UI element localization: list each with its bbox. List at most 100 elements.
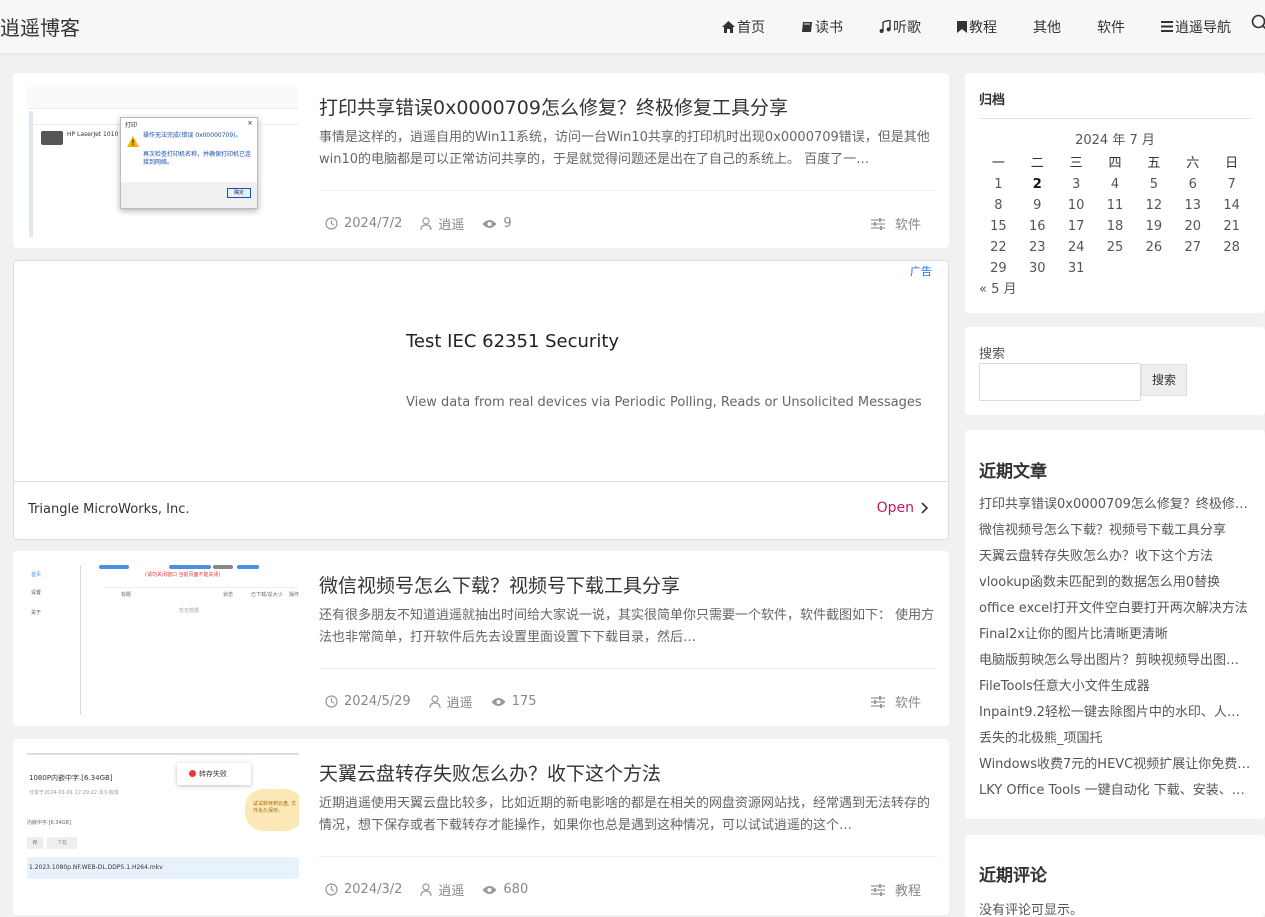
search-input[interactable] (979, 363, 1141, 401)
recent-post-link[interactable]: vlookup函数未匹配到的数据怎么用0替换 (979, 570, 1251, 596)
book-icon (802, 21, 812, 32)
search-label: 搜索 (979, 347, 1006, 362)
app-button-mock (237, 565, 259, 569)
divider (319, 190, 937, 191)
ad-title[interactable]: Test IEC 62351 Security (406, 331, 619, 352)
recent-post-link[interactable]: 电脑版剪映怎么导出图片？剪映视频导出图片教程 (979, 648, 1251, 674)
nav-label: 逍遥导航 (1175, 19, 1231, 36)
eye-icon (482, 219, 497, 228)
calendar-day[interactable]: 2 (1018, 174, 1057, 195)
calendar-prev-month[interactable]: « 5 月 (979, 279, 1251, 300)
calendar-day: 17 (1067, 219, 1085, 234)
calendar-days: 1 2 3 4 5 6 7 8 9 10 11 12 13 14 15 16 17 18 19 20 21 22 23 24 2… (979, 174, 1251, 279)
recent-posts-widget: 近期文章 打印共享错误0x0000709怎么修复？终极修复工具分享 微信视频号怎… (965, 430, 1265, 819)
calendar-day: 27 (1184, 240, 1201, 255)
post-thumbnail[interactable]: 1080P内嵌中字.[6.34GB] 分享于2024-01-01 17:29:2… (27, 753, 299, 879)
post-thumbnail[interactable]: 首页 设置 关于 (请勿关闭窗口 当前页面不能关闭) 标题 状态 已下载/总大小… (27, 565, 299, 715)
clock-icon (325, 695, 338, 708)
search-widget: 搜索 搜索 (965, 327, 1265, 415)
thumb-button: 存 (27, 837, 43, 849)
date-text: 2024/5/29 (344, 694, 411, 709)
post-card: 首页 设置 关于 (请勿关闭窗口 当前页面不能关闭) 标题 状态 已下载/总大小… (13, 551, 949, 726)
views-text: 680 (503, 882, 529, 897)
recent-post-link[interactable]: 丢失的北极熊_项国托 (979, 726, 1251, 752)
calendar-caption: 2024 年 7 月 (1075, 133, 1155, 148)
nav-item-reading[interactable]: 读书 (801, 17, 843, 37)
nav-item-other[interactable]: 其他 (1033, 17, 1061, 37)
thumb-button: 下载 (47, 837, 77, 849)
divider (979, 118, 1251, 119)
post-date: 2024/5/29 (325, 694, 411, 709)
nav-label: 听歌 (893, 19, 921, 36)
post-category[interactable]: 软件 (870, 214, 921, 233)
post-category[interactable]: 软件 (870, 692, 921, 711)
app-button-mock (213, 565, 233, 569)
post-author[interactable]: 逍遥 (420, 880, 464, 899)
recent-post-link[interactable]: Final2x让你的图片比清晰更清晰 (979, 622, 1251, 648)
app-button-mock (169, 565, 211, 569)
calendar-day: 9 (1033, 198, 1042, 213)
author-text: 逍遥 (438, 218, 465, 233)
ad-company: Triangle MicroWorks, Inc. (28, 502, 190, 517)
search-button[interactable]: 搜索 (1141, 364, 1187, 396)
selected-file-row: 1.2023.1080p.NF.WEB-DL.DDP5.1.H264.mkv (27, 857, 299, 879)
recent-post-link[interactable]: LKY Office Tools 一键自动化 下载、安装、激活 Office (979, 778, 1251, 804)
post-title[interactable]: 打印共享错误0x0000709怎么修复？终极修复工具分享 (319, 93, 788, 120)
dialog-message: 接到网络。 (143, 159, 174, 166)
recent-post-link[interactable]: Inpaint9.2轻松一键去除图片中的水印、人物、杂物 (979, 700, 1251, 726)
post-excerpt: 还有很多朋友不知道逍遥就抽出时间给大家说一说，其实很简单你只需要一个软件，软件截… (319, 608, 935, 645)
calendar-week: 123 4 5 6 7 (979, 174, 1251, 195)
calendar-day: 7 (1227, 177, 1236, 192)
nav-item-navigation[interactable]: 逍遥导航 (1161, 17, 1231, 37)
calendar-day: 28 (1223, 240, 1240, 255)
nav-item-music[interactable]: 听歌 (879, 17, 921, 37)
weekday: 三 (1069, 156, 1083, 171)
recent-post-link[interactable]: 天翼云盘转存失败怎么办？收下这个方法 (979, 544, 1251, 570)
author-text: 逍遥 (438, 884, 465, 899)
tip-bubble: 试试转存到云盘, 文件永久保存。 (245, 789, 299, 831)
post-card: 1080P内嵌中字.[6.34GB] 分享于2024-01-01 17:29:2… (13, 739, 949, 915)
post-excerpt: 近期逍遥使用天翼云盘比较多，比如近期的新电影啥的都是在相关的网盘资源网站找，经常… (319, 796, 931, 833)
calendar-day: 14 (1223, 198, 1240, 213)
post-thumbnail[interactable]: HP LaserJet 1010 打印 × 操作无法完成(错误 0x000007… (27, 87, 299, 237)
nav-item-software[interactable]: 软件 (1097, 17, 1125, 37)
post-category[interactable]: 教程 (870, 880, 921, 899)
post-meta: 2024/3/2 逍遥 680 (325, 880, 546, 899)
post-title[interactable]: 微信视频号怎么下载？视频号下载工具分享 (319, 571, 680, 598)
user-icon (420, 883, 432, 896)
ok-button: 确定 (227, 188, 251, 198)
post-author[interactable]: 逍遥 (429, 692, 473, 711)
recent-posts-list: 打印共享错误0x0000709怎么修复？终极修复工具分享 微信视频号怎么下载？视… (979, 492, 1251, 804)
recent-comments-title: 近期评论 (979, 866, 1047, 886)
post-author[interactable]: 逍遥 (420, 214, 464, 233)
nav-item-home[interactable]: 首页 (722, 17, 765, 37)
nav-item-tutorial[interactable]: 教程 (957, 17, 997, 37)
recent-post-link[interactable]: FileTools任意大小文件生成器 (979, 674, 1251, 700)
ad-label[interactable]: 广告 (910, 263, 932, 279)
toast: 转存失败 (177, 763, 251, 785)
post-meta: 2024/5/29 逍遥 175 (325, 692, 555, 711)
sliders-icon (870, 883, 885, 896)
ad-card[interactable]: 广告 Test IEC 62351 Security View data fro… (13, 260, 949, 540)
archive-title: 归档 (979, 93, 1006, 108)
ad-open-button[interactable]: Open (877, 500, 930, 516)
recent-post-link[interactable]: 微信视频号怎么下载？视频号下载工具分享 (979, 518, 1251, 544)
user-icon (420, 217, 432, 230)
app-col-header: 状态 (223, 592, 234, 598)
recent-post-link[interactable]: 打印共享错误0x0000709怎么修复？终极修复工具分享 (979, 492, 1251, 518)
search-icon[interactable] (1251, 14, 1265, 32)
app-side-item: 关于 (31, 610, 42, 616)
calendar-day: 18 (1106, 219, 1124, 234)
post-title[interactable]: 天翼云盘转存失败怎么办？收下这个方法 (319, 759, 661, 786)
nav-label: 首页 (737, 19, 765, 36)
dialog-message: 操作无法完成(错误 0x00000709)。 (143, 132, 242, 139)
author-text: 逍遥 (446, 696, 473, 711)
recent-post-link[interactable]: office excel打开文件空白要打开两次解决方法 (979, 596, 1251, 622)
no-comments-text: 没有评论可显示。 (979, 903, 1084, 917)
calendar-day: 5 (1149, 177, 1158, 192)
site-title[interactable]: 逍遥博客 (0, 12, 80, 41)
date-text: 2024/3/2 (344, 882, 403, 897)
printer-label: HP LaserJet 1010 (67, 131, 119, 138)
recent-post-link[interactable]: Windows收费7元的HEVC视频扩展让你免费使用 (979, 752, 1251, 778)
calendar-day: 13 (1184, 198, 1201, 213)
